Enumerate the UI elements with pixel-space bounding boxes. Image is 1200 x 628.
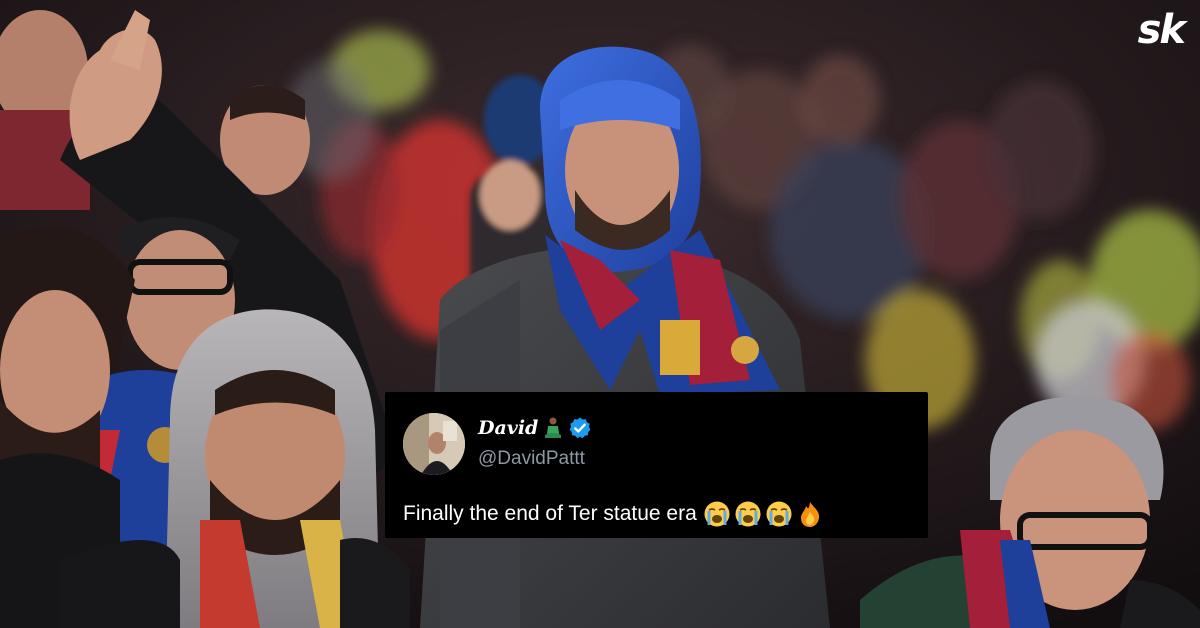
verified-badge-icon bbox=[568, 416, 592, 440]
loudly-crying-face-icon bbox=[765, 500, 793, 528]
sportskeeda-logo: sk bbox=[1137, 7, 1186, 53]
tweet-name-row: David bbox=[478, 416, 592, 440]
tweet-emojis bbox=[703, 500, 824, 528]
tweet-text: Finally the end of Ter statue era bbox=[403, 502, 697, 525]
tweet-handle[interactable]: @DavidPattt bbox=[478, 448, 585, 470]
loudly-crying-face-icon bbox=[703, 500, 731, 528]
person-in-lotus-position-icon bbox=[544, 417, 562, 439]
fire-icon bbox=[796, 500, 824, 528]
tweet-display-name[interactable]: David bbox=[478, 417, 538, 439]
avatar[interactable] bbox=[403, 413, 465, 475]
loudly-crying-face-icon bbox=[734, 500, 762, 528]
tweet-text-row: Finally the end of Ter statue era bbox=[403, 500, 824, 528]
tweet-card: David @DavidPattt Finally the end of Ter… bbox=[385, 392, 928, 538]
